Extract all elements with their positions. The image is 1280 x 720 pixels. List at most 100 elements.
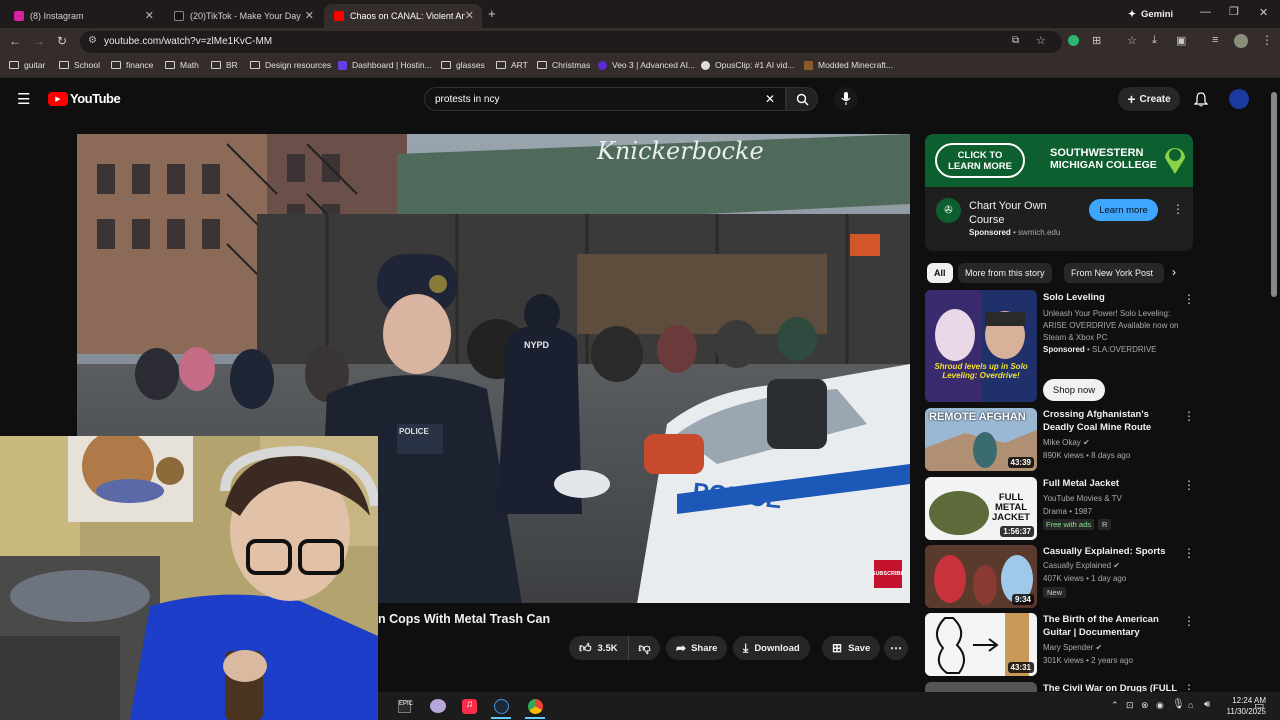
search-button[interactable] (786, 87, 818, 111)
url-text[interactable]: youtube.com/watch?v=zlMe1KvC-MM (104, 36, 272, 47)
site-info-icon[interactable]: ⚙ (88, 35, 97, 46)
close-icon[interactable]: ✕ (465, 9, 474, 22)
dislike-button[interactable]: 👎︎ (629, 636, 660, 660)
rec-thumbnail-solo-leveling[interactable]: Shroud levels up in Solo Leveling: Overd… (925, 290, 1037, 402)
volume-icon[interactable]: 🔊︎ (1204, 699, 1210, 710)
rec-more-options-icon[interactable]: ⋮ (1183, 292, 1195, 306)
save-button[interactable]: ⊞ Save (822, 636, 881, 660)
rec-more-options-icon[interactable]: ⋮ (1183, 409, 1195, 423)
download-button[interactable]: ⤓ Download (733, 636, 810, 660)
advertiser-avatar[interactable]: ✇ (936, 198, 961, 223)
back-arrow-icon[interactable]: ← (9, 34, 21, 48)
rec-more-options-icon[interactable]: ⋮ (1183, 546, 1195, 560)
minimize-icon[interactable]: — (1200, 6, 1211, 18)
bookmark-guitar[interactable]: guitar (9, 60, 45, 70)
page-scrollbar-thumb[interactable] (1271, 92, 1277, 297)
notification-center-icon[interactable]: ▭ (1254, 699, 1264, 712)
search-input[interactable]: protests in ncy ✕ (424, 87, 786, 111)
rec-thumbnail-american-guitar[interactable]: 43:31 (925, 613, 1037, 676)
rec-thumbnail-civil-war-on-drugs[interactable] (925, 682, 1037, 692)
learn-more-button[interactable]: Learn more (1089, 199, 1158, 221)
chrome-menu-icon[interactable]: ⋮ (1261, 33, 1273, 47)
bookmark-star-icon[interactable]: ☆ (1036, 34, 1046, 47)
ad-banner-cta[interactable]: CLICK TO LEARN MORE (935, 143, 1025, 178)
network-icon[interactable]: ⌂ (1188, 700, 1193, 710)
bookmark-dashboard[interactable]: Dashboard | Hostin... (338, 60, 432, 70)
bookmark-modded-minecraft[interactable]: Modded Minecraft... (804, 60, 893, 70)
tray-microphone-icon[interactable]: 🎙︎ (1172, 699, 1185, 710)
forward-arrow-icon[interactable]: → (33, 34, 45, 48)
omnibox[interactable]: ⚙ youtube.com/watch?v=zlMe1KvC-MM ⧉ ☆ (80, 31, 1062, 53)
tab-instagram[interactable]: (8) Instagram ✕ (4, 4, 162, 28)
gemini-button[interactable]: ✦ Gemini (1120, 5, 1181, 23)
bookmark-veo3[interactable]: Veo 3 | Advanced AI... (598, 60, 695, 70)
tab-search-icon[interactable]: ▣ (1176, 34, 1186, 47)
tab-youtube-active[interactable]: Chaos on CANAL: Violent Anti- ✕ (324, 4, 482, 28)
ad-banner[interactable]: CLICK TO LEARN MORE SOUTHWESTERN MICHIGA… (925, 134, 1193, 187)
chip-from-new-york-post[interactable]: From New York Post (1064, 263, 1164, 283)
sponsored-label: Sponsored (969, 228, 1011, 237)
chrome-icon[interactable] (528, 699, 543, 714)
download-icon[interactable]: ⤓ (1152, 34, 1157, 47)
rec-more-options-icon[interactable]: ⋮ (1183, 614, 1195, 628)
bookmark-math[interactable]: Math (165, 60, 199, 70)
bookmark-finance[interactable]: finance (111, 60, 153, 70)
install-app-icon[interactable]: ⧉ (1012, 35, 1019, 46)
share-button[interactable]: ➦ Share (666, 636, 728, 660)
tray-expand-icon[interactable]: ⌃ (1111, 700, 1119, 711)
rec-title-afghanistan[interactable]: Crossing Afghanistan's Deadly Coal Mine … (1043, 408, 1178, 434)
shop-now-button[interactable]: Shop now (1043, 379, 1105, 401)
bookmark-school[interactable]: School (59, 60, 100, 70)
extensions-puzzle-icon[interactable]: ⊞ (1092, 34, 1101, 47)
bookmark-art[interactable]: ART (496, 60, 528, 70)
rec-thumbnail-casually-explained[interactable]: 9:34 (925, 545, 1037, 608)
new-tab-button[interactable]: + (488, 6, 496, 21)
chip-all[interactable]: All (927, 263, 953, 283)
tray-app-icon[interactable]: ◉ (1156, 700, 1164, 711)
rec-title-solo-leveling[interactable]: Solo Leveling (1043, 291, 1178, 304)
more-actions-button[interactable]: ⋯ (884, 636, 908, 660)
subscribe-watermark[interactable]: SUBSCRIBE (872, 560, 904, 588)
hamburger-menu-icon[interactable]: ☰ (17, 90, 30, 108)
epic-games-icon[interactable]: EPIC (398, 700, 413, 713)
create-button[interactable]: + Create (1118, 87, 1180, 111)
extension-icon[interactable] (1068, 35, 1079, 46)
chips-next-arrow-icon[interactable]: › (1172, 265, 1176, 279)
sidebar-ad-card[interactable]: CLICK TO LEARN MORE SOUTHWESTERN MICHIGA… (925, 134, 1193, 251)
rec-more-options-icon[interactable]: ⋮ (1183, 478, 1195, 492)
youtube-logo[interactable]: ▶ YouTube (48, 91, 121, 106)
ad-more-options-icon[interactable]: ⋮ (1172, 202, 1184, 216)
ad-title[interactable]: Chart Your Own Course (969, 199, 1079, 227)
close-icon[interactable]: ✕ (305, 9, 314, 22)
side-panel-icon[interactable]: ≡ (1212, 34, 1218, 46)
close-icon[interactable]: ✕ (145, 9, 154, 22)
window-close-icon[interactable]: ✕ (1259, 6, 1268, 19)
profile-avatar[interactable] (1234, 34, 1248, 48)
notifications-bell-icon[interactable] (1194, 92, 1208, 107)
bookmark-christmas[interactable]: Christmas (537, 60, 590, 70)
chip-more-from-story[interactable]: More from this story (958, 263, 1052, 283)
bookmark-design-resources[interactable]: Design resources (250, 60, 331, 70)
tab-tiktok[interactable]: (20)TikTok - Make Your Day ✕ (164, 4, 322, 28)
rec-thumbnail-full-metal-jacket[interactable]: FULL METAL JACKET 1:56:37 (925, 477, 1037, 540)
rec-title-casually-explained[interactable]: Casually Explained: Sports (1043, 545, 1178, 558)
reload-icon[interactable]: ↻ (57, 34, 67, 48)
bookmarks-icon[interactable]: ☆ (1127, 34, 1137, 47)
voice-search-button[interactable] (834, 87, 858, 111)
bookmark-opusclip[interactable]: OpusClip: #1 AI vid... (701, 60, 794, 70)
apple-music-icon[interactable]: ♫ (462, 699, 477, 714)
search-query-text[interactable]: protests in ncy (435, 94, 499, 105)
steam-icon[interactable] (494, 699, 509, 714)
bookmark-glasses[interactable]: glasses (441, 60, 485, 70)
tray-app-icon[interactable]: ⊗ (1141, 700, 1149, 711)
maximize-icon[interactable]: ❐ (1229, 5, 1239, 18)
rec-title-full-metal-jacket[interactable]: Full Metal Jacket (1043, 477, 1178, 490)
like-button[interactable]: 👍︎ 3.5K (569, 636, 629, 660)
bookmark-br[interactable]: BR (211, 60, 238, 70)
app-icon[interactable] (430, 699, 446, 713)
rec-title-american-guitar[interactable]: The Birth of the American Guitar | Docum… (1043, 613, 1178, 639)
clear-search-icon[interactable]: ✕ (765, 92, 775, 106)
tray-app-icon[interactable]: ⊡ (1126, 700, 1134, 711)
account-avatar[interactable] (1229, 89, 1249, 109)
rec-thumbnail-afghanistan[interactable]: REMOTE AFGHAN 43:39 (925, 408, 1037, 471)
